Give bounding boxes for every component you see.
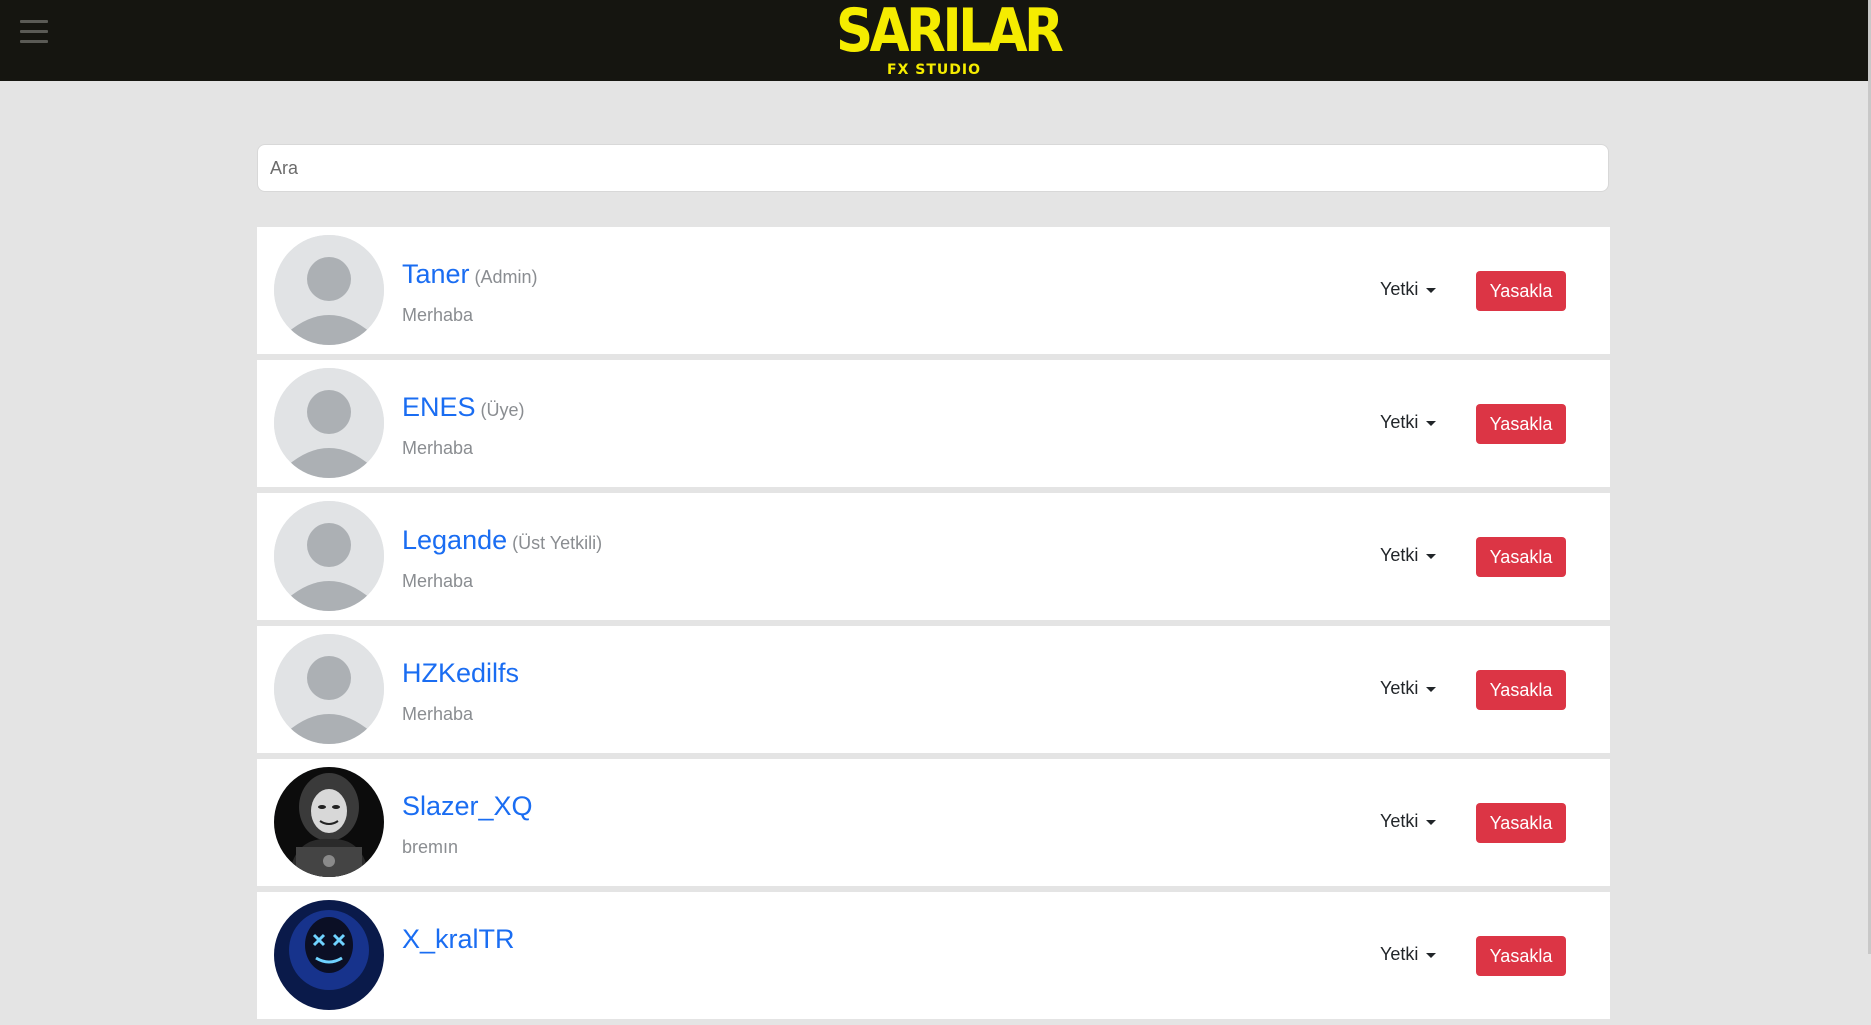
user-status-text: Merhaba [402,571,474,591]
ban-button[interactable]: Yasakla [1476,670,1566,710]
user-name-link[interactable]: HZKedilfs [402,658,519,688]
caret-down-icon [1426,420,1437,426]
default-avatar[interactable] [274,501,384,611]
default-avatar[interactable] [274,634,384,744]
hamburger-menu-icon[interactable] [20,20,48,44]
caret-down-icon [1426,819,1437,825]
permission-dropdown-label: Yetki [1380,545,1419,565]
search-input[interactable] [257,144,1609,192]
user-name-line: X_kralTR [402,924,520,955]
permission-dropdown-label: Yetki [1380,412,1419,432]
user-status-text: bremın [402,837,459,857]
user-row: X_kralTR Yetki Yasakla [257,892,1610,1019]
user-row: Taner (Admin) Merhaba Yetki Yasakla [257,227,1610,354]
default-avatar[interactable] [274,368,384,478]
hooded-hacker-photo[interactable] [274,767,384,877]
user-name-link[interactable]: Slazer_XQ [402,791,533,821]
permission-dropdown-label: Yetki [1380,678,1419,698]
user-row: HZKedilfs Merhaba Yetki Yasakla [257,626,1610,753]
site-logo[interactable]: SARILAR FX STUDIO [820,0,1064,81]
user-name-line: HZKedilfs [402,658,524,689]
permission-dropdown[interactable]: Yetki [1380,811,1437,832]
default-avatar[interactable] [274,235,384,345]
permission-dropdown[interactable]: Yetki [1380,545,1437,566]
permission-dropdown-label: Yetki [1380,279,1419,299]
user-name-line: Legande (Üst Yetkili) [402,525,602,556]
user-role: (Üye) [480,400,525,420]
user-name-line: Taner (Admin) [402,259,538,290]
user-row: Legande (Üst Yetkili) Merhaba Yetki Yasak… [257,493,1610,620]
user-name-link[interactable]: Legande [402,525,507,555]
caret-down-icon [1426,553,1437,559]
user-name-line: Slazer_XQ [402,791,538,822]
logo-main-text: SARILAR [835,0,1064,66]
user-name-link[interactable]: ENES [402,392,476,422]
menu-bar [20,30,48,33]
permission-dropdown[interactable]: Yetki [1380,678,1437,699]
caret-down-icon [1426,287,1437,293]
user-status-text: Merhaba [402,438,474,458]
permission-dropdown[interactable]: Yetki [1380,279,1437,300]
user-row: ENES (Üye) Merhaba Yetki Yasakla [257,360,1610,487]
permission-dropdown[interactable]: Yetki [1380,944,1437,965]
user-name-line: ENES (Üye) [402,392,525,423]
ban-button[interactable]: Yasakla [1476,537,1566,577]
user-role: (Üst Yetkili) [512,533,603,553]
menu-bar [20,20,48,23]
user-row: Slazer_XQ bremın Yetki Yasakla [257,759,1610,886]
user-status-text: Merhaba [402,305,474,325]
user-status-text: Merhaba [402,704,474,724]
ban-button[interactable]: Yasakla [1476,803,1566,843]
permission-dropdown-label: Yetki [1380,811,1419,831]
user-name-link[interactable]: X_kralTR [402,924,515,954]
user-name-link[interactable]: Taner [402,259,470,289]
user-role: (Admin) [474,267,538,287]
top-header: SARILAR FX STUDIO [0,0,1871,81]
user-list: Taner (Admin) Merhaba Yetki Yasakla ENES(… [257,227,1610,1025]
ban-button[interactable]: Yasakla [1476,936,1566,976]
permission-dropdown-label: Yetki [1380,944,1419,964]
ban-button[interactable]: Yasakla [1476,271,1566,311]
permission-dropdown[interactable]: Yetki [1380,412,1437,433]
blue-neon-mask-photo[interactable] [274,900,384,1010]
menu-bar [20,40,48,43]
ban-button[interactable]: Yasakla [1476,404,1566,444]
caret-down-icon [1426,686,1437,692]
